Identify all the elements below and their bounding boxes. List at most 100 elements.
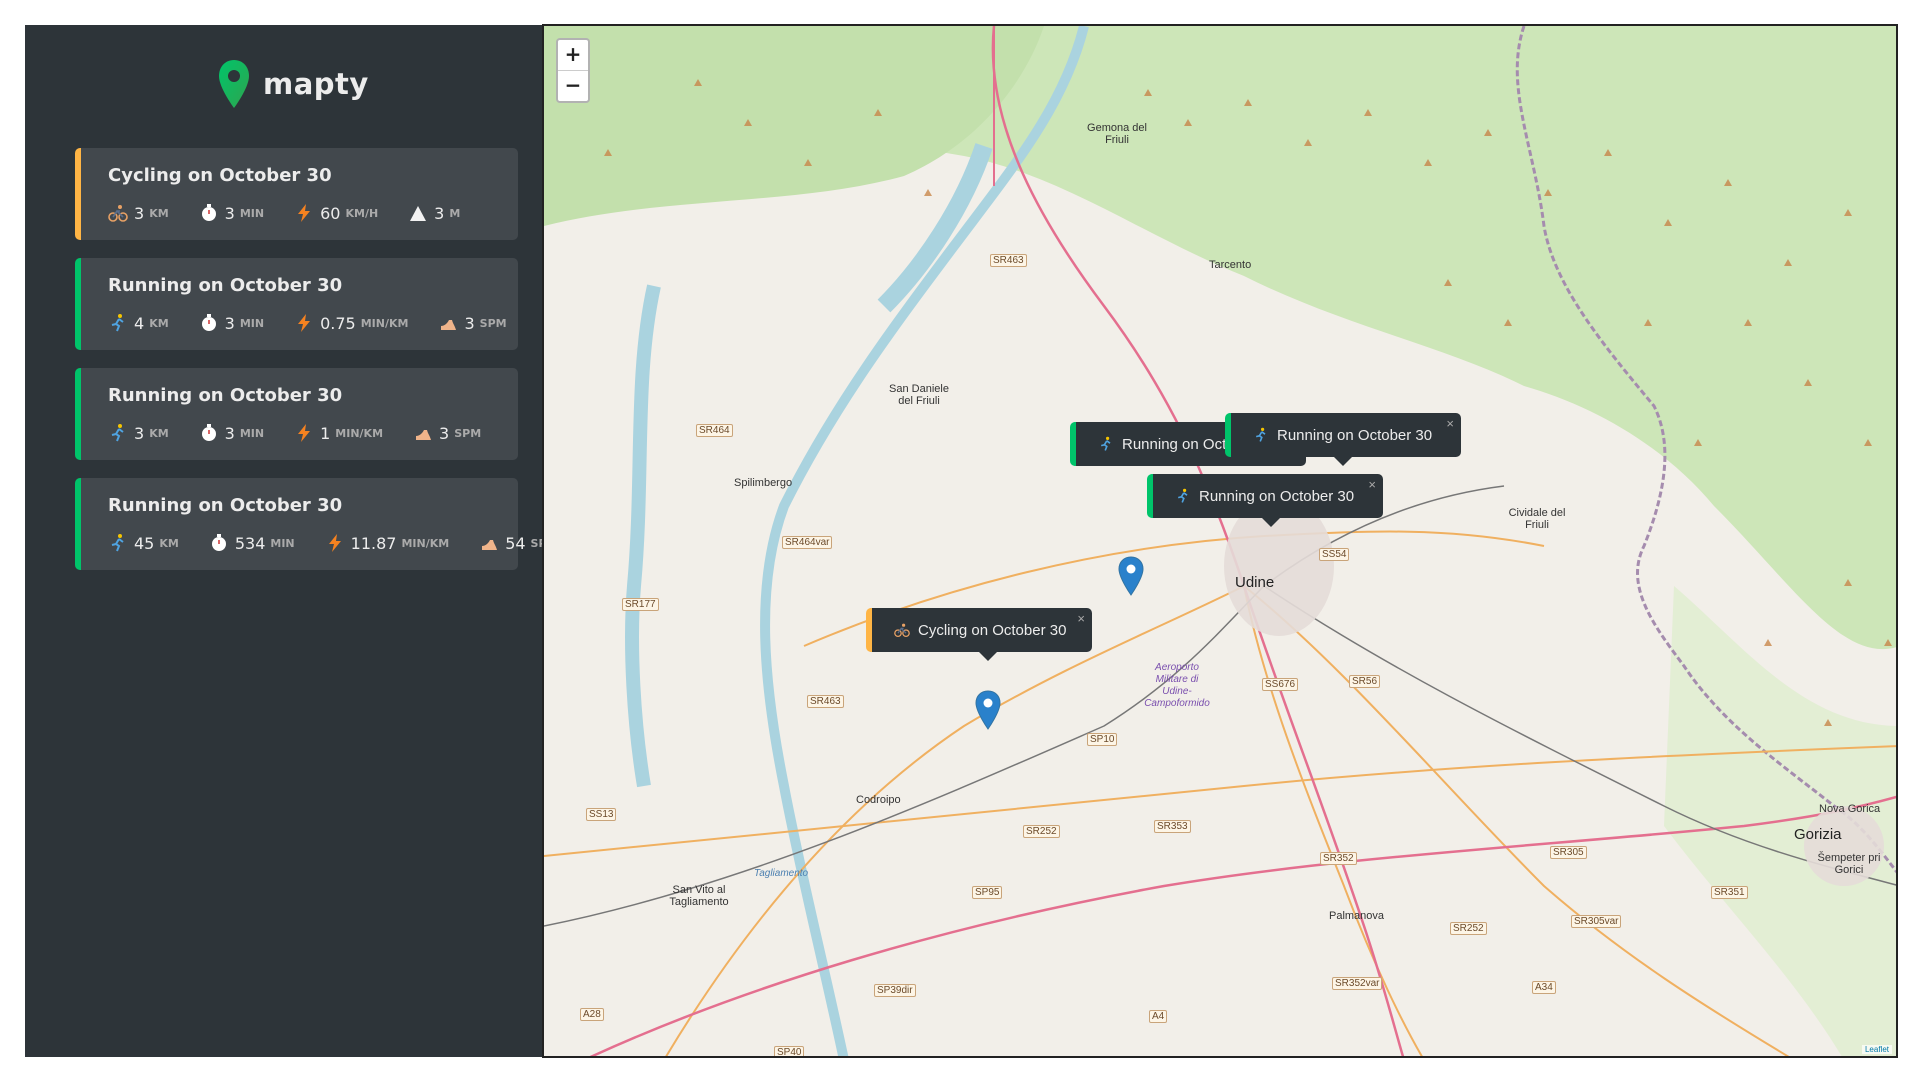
workout-title: Running on October 30 (108, 275, 343, 296)
place-label: Codroipo (856, 794, 901, 806)
place-label: Cividale del Friuli (1508, 507, 1566, 531)
runner-icon (1098, 436, 1114, 452)
road-label: SS676 (1262, 678, 1299, 691)
zoom-in-button[interactable]: + (558, 40, 588, 71)
lightning-icon (325, 533, 345, 553)
popup-label: Cycling on October 30 (918, 621, 1067, 639)
stopwatch-icon (199, 313, 219, 333)
road-label: SS13 (586, 808, 617, 821)
place-label: San Vito al Tagliamento (669, 884, 729, 908)
place-label: Palmanova (1329, 910, 1385, 922)
runner-icon (1253, 427, 1269, 443)
runner-icon (108, 423, 128, 443)
workout-details: 45km 534min 11.87min/km 54spm (108, 533, 557, 553)
workout-distance: 45 km (108, 533, 179, 553)
road-label: SR56 (1349, 675, 1381, 688)
zoom-out-button[interactable]: − (558, 71, 588, 101)
road-label: SR252 (1450, 922, 1487, 935)
lightning-icon (294, 423, 314, 443)
attribution-link[interactable]: Leaflet (1861, 1045, 1892, 1054)
lightning-icon (294, 313, 314, 333)
road-label: SR252 (1023, 825, 1060, 838)
footprint-icon (479, 533, 499, 553)
place-label: Tarcento (1209, 259, 1252, 271)
sidebar: mapty Cycling on October 30 3 km 3 min 60 k… (25, 25, 557, 1057)
stopwatch-icon (209, 533, 229, 553)
road-label: SR463 (807, 695, 844, 708)
road-label: SR177 (622, 598, 659, 611)
road-label: A34 (1532, 981, 1556, 994)
workout-title: Cycling on October 30 (108, 165, 332, 186)
place-label: Nova Gorica (1819, 803, 1881, 815)
close-icon[interactable]: × (1368, 477, 1376, 492)
workout-cadence: 3 spm (413, 423, 481, 443)
place-label: Aeroporto Militare di Udine-Campoformido (1144, 662, 1210, 709)
workout-cadence: 3 spm (438, 313, 507, 333)
road-label: SR464 (696, 424, 733, 437)
place-label: Gemona del Friuli (1087, 122, 1147, 146)
runner-icon (1175, 488, 1191, 504)
workout-card-running[interactable]: Running on October 30 3 km 3 min 1 min/km 3… (75, 368, 518, 460)
runner-icon (108, 533, 128, 553)
workout-duration: 3 min (199, 423, 264, 443)
workout-card-running[interactable]: Running on October 30 4 km 3 min 0.75 min/k… (75, 258, 518, 350)
workout-popup[interactable]: Running on October 30 × (1147, 474, 1383, 518)
footprint-icon (438, 313, 458, 333)
workout-card-cycling[interactable]: Cycling on October 30 3 km 3 min 60 km/h 3m (75, 148, 518, 240)
road-label: SP10 (1087, 733, 1118, 746)
workout-distance: 3 km (108, 203, 169, 223)
map-marker-icon[interactable] (1118, 556, 1144, 596)
place-label: Šempeter pri Gorici (1817, 852, 1881, 876)
workout-duration: 3 min (199, 203, 264, 223)
workout-card-running[interactable]: Running on October 30 45 km 534 min 11.87 m… (75, 478, 557, 570)
location-pin-icon (219, 60, 249, 108)
workout-pace: 11.87 min/km (325, 533, 449, 553)
road-label: SR305 (1550, 846, 1587, 859)
workout-distance: 4 km (108, 313, 169, 333)
place-label: Tagliamento (754, 868, 809, 879)
workout-distance: 3 km (108, 423, 169, 443)
place-label: Gorizia (1794, 826, 1842, 843)
map[interactable]: + − Udine Gemona del Friuli Tarcento San… (542, 24, 1898, 1058)
cyclist-icon (108, 203, 128, 223)
close-icon[interactable]: × (1446, 416, 1454, 431)
workout-pace: 1 min/km (294, 423, 383, 443)
popup-label: Running on October 30 (1277, 426, 1433, 444)
workout-details: 3 km 3 min 60 km/h 3m (108, 203, 460, 223)
popup-tip (1334, 457, 1352, 466)
workout-title: Running on October 30 (108, 495, 343, 516)
workout-pace: 0.75 min/km (294, 313, 408, 333)
workout-duration: 534 min (209, 533, 295, 553)
place-label: Udine (1235, 574, 1275, 591)
road-label: SP95 (972, 886, 1003, 899)
popup-tip (979, 652, 997, 661)
workout-popup[interactable]: Running on October 30 × (1225, 413, 1461, 457)
workout-popup[interactable]: Cycling on October 30 × (866, 608, 1092, 652)
zoom-control: + − (556, 38, 590, 103)
runner-icon (108, 313, 128, 333)
workout-title: Running on October 30 (108, 385, 343, 406)
workout-details: 4 km 3 min 0.75 min/km 3 spm (108, 313, 507, 333)
footprint-icon (413, 423, 433, 443)
road-label: SR305var (1571, 915, 1622, 928)
app-name: mapty (263, 67, 369, 101)
stopwatch-icon (199, 203, 219, 223)
mountain-icon (408, 203, 428, 223)
workout-speed: 60 km/h (294, 203, 378, 223)
road-label: SP39dir (874, 984, 916, 997)
road-label: A28 (580, 1008, 604, 1021)
road-label: SR352var (1332, 977, 1383, 990)
close-icon[interactable]: × (1077, 611, 1085, 626)
lightning-icon (294, 203, 314, 223)
road-label: A4 (1149, 1010, 1168, 1023)
workout-elevation: 3m (408, 203, 460, 223)
road-label: SS54 (1319, 548, 1350, 561)
map-tiles (544, 26, 1896, 1056)
road-label: SR351 (1711, 886, 1748, 899)
map-marker-icon[interactable] (975, 690, 1001, 730)
workout-duration: 3 min (199, 313, 264, 333)
road-label: SP40 (774, 1046, 805, 1056)
road-label: SR353 (1154, 820, 1191, 833)
popup-tip (1262, 518, 1280, 527)
road-label: SR463 (990, 254, 1027, 267)
